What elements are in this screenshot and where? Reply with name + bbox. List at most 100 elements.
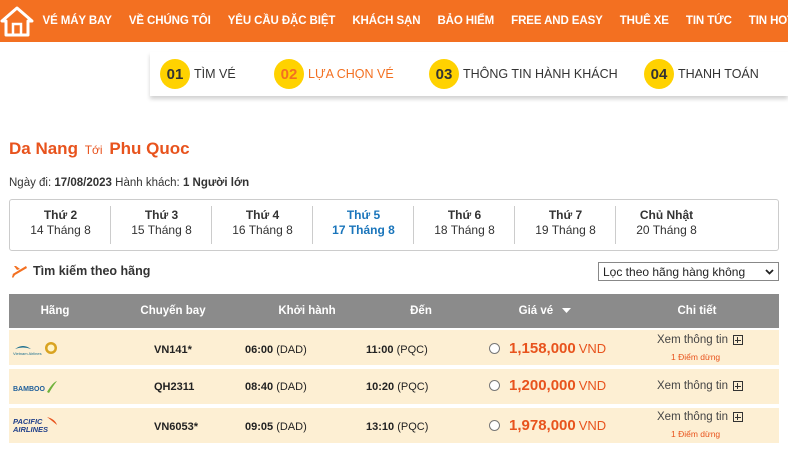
day-tab-sat[interactable]: Thứ 7 19 Tháng 8 bbox=[515, 200, 616, 250]
pax-value: 1 Người lớn bbox=[182, 177, 250, 189]
day-tab-mon[interactable]: Thứ 2 14 Tháng 8 bbox=[10, 200, 111, 250]
airline-search-label: Tìm kiếm theo hãng bbox=[33, 264, 151, 278]
view-detail-link[interactable]: Xem thông tin bbox=[657, 334, 743, 346]
step-label: THÔNG TIN HÀNH KHÁCH bbox=[463, 67, 618, 81]
price-value: 1,978,000 bbox=[509, 417, 576, 434]
pacific-airlines-logo: PACIFIC AIRLINES bbox=[13, 417, 57, 434]
detail-label: Xem thông tin bbox=[657, 380, 728, 392]
plane-icon bbox=[11, 266, 27, 278]
nav-tin-hot[interactable]: TIN HOT bbox=[740, 15, 788, 27]
view-detail-link[interactable]: Xem thông tin bbox=[657, 380, 743, 392]
step-1: 01 TÌM VÉ bbox=[160, 59, 236, 89]
nav-ve-may-bay[interactable]: VÉ MÁY BAY bbox=[34, 15, 120, 27]
depart-time: 09:05 (DAD) bbox=[245, 421, 307, 433]
stops-count: 1 Điểm dừng bbox=[671, 429, 721, 439]
header-airline: Hãng bbox=[40, 305, 70, 317]
nav-yeu-cau-dac-biet[interactable]: YÊU CẦU ĐẶC BIỆT bbox=[219, 15, 344, 27]
table-row: Vietnam Airlines VN141* 06:00 (DAD) 11:0… bbox=[9, 330, 779, 367]
fare-price: 1,200,000 VND bbox=[509, 377, 606, 394]
home-button[interactable] bbox=[0, 0, 34, 42]
airline-search: Tìm kiếm theo hãng bbox=[10, 263, 150, 279]
day-date: 18 Tháng 8 bbox=[434, 223, 495, 237]
header-price-label: Giá vé bbox=[518, 305, 554, 317]
svg-text:Vietnam Airlines: Vietnam Airlines bbox=[13, 351, 42, 356]
day-date: 15 Tháng 8 bbox=[131, 223, 192, 237]
arrive-time-value: 13:10 bbox=[366, 421, 395, 433]
price-currency: VND bbox=[578, 341, 607, 356]
svg-text:AIRLINES: AIRLINES bbox=[13, 425, 48, 434]
sort-down-icon bbox=[562, 308, 572, 313]
expand-plus-icon bbox=[732, 335, 743, 345]
step-number: 03 bbox=[429, 59, 459, 89]
booking-steps: 01 TÌM VÉ 02 LỰA CHỌN VÉ 03 THÔNG TIN HÀ… bbox=[150, 52, 788, 96]
fare-radio[interactable] bbox=[489, 343, 500, 354]
price-currency: VND bbox=[578, 418, 607, 433]
day-tab-fri[interactable]: Thứ 6 18 Tháng 8 bbox=[414, 200, 515, 250]
step-label: LỰA CHỌN VÉ bbox=[308, 67, 394, 81]
table-row: BAMBOO QH2311 08:40 (DAD) 10:20 (PQC) 1,… bbox=[9, 369, 779, 406]
day-name: Chủ Nhật bbox=[639, 208, 694, 222]
day-name: Thứ 4 bbox=[245, 208, 280, 222]
depart-time-value: 08:40 bbox=[245, 381, 274, 393]
view-detail-link[interactable]: Xem thông tin bbox=[657, 411, 743, 423]
price-value: 1,158,000 bbox=[509, 340, 576, 357]
depart-time: 08:40 (DAD) bbox=[245, 381, 307, 393]
vietnam-airlines-logo: Vietnam Airlines bbox=[13, 342, 57, 356]
nav-ve-chung-toi[interactable]: VỀ CHÚNG TÔI bbox=[120, 15, 219, 27]
price-value: 1,200,000 bbox=[509, 377, 576, 394]
day-date: 17 Tháng 8 bbox=[332, 223, 395, 237]
detail-label: Xem thông tin bbox=[657, 334, 728, 346]
nav-bao-hiem[interactable]: BẢO HIỂM bbox=[429, 15, 503, 27]
step-number: 04 bbox=[644, 59, 674, 89]
depart-time-value: 09:05 bbox=[245, 421, 274, 433]
header-flight: Chuyến bay bbox=[140, 305, 206, 317]
header-depart: Khởi hành bbox=[278, 305, 336, 317]
nav-thue-xe[interactable]: THUÊ XE bbox=[611, 15, 677, 27]
route-to: Phu Quoc bbox=[109, 139, 190, 158]
depart-code: (DAD) bbox=[276, 381, 307, 393]
airline-filter-select[interactable]: Lọc theo hãng hàng không bbox=[598, 262, 779, 281]
header-price[interactable]: Giá vé bbox=[509, 305, 581, 317]
day-date: 16 Tháng 8 bbox=[232, 223, 293, 237]
step-label: THANH TOÁN bbox=[678, 67, 759, 81]
arrive-code: (PQC) bbox=[397, 421, 429, 433]
flight-number: VN6053* bbox=[154, 421, 199, 433]
stops-count: 1 Điểm dừng bbox=[671, 352, 721, 362]
depart-code: (DAD) bbox=[276, 344, 307, 356]
nav-khach-san[interactable]: KHÁCH SẠN bbox=[344, 15, 429, 27]
arrive-time: 11:00 (PQC) bbox=[366, 344, 428, 356]
day-tab-thu-active[interactable]: Thứ 5 17 Tháng 8 bbox=[313, 200, 414, 250]
arrive-time: 13:10 (PQC) bbox=[366, 421, 428, 433]
fare-radio[interactable] bbox=[489, 420, 500, 431]
table-row: PACIFIC AIRLINES VN6053* 09:05 (DAD) 13:… bbox=[9, 408, 779, 445]
nav-free-and-easy[interactable]: FREE AND EASY bbox=[503, 15, 612, 27]
step-label: TÌM VÉ bbox=[194, 67, 236, 81]
table-header: Hãng Chuyến bay Khởi hành Đến Giá vé Chi… bbox=[9, 294, 779, 328]
nav-tin-tuc[interactable]: TIN TỨC bbox=[677, 15, 740, 27]
date-value: 17/08/2023 bbox=[54, 177, 112, 189]
fare-price: 1,978,000 VND bbox=[509, 417, 606, 434]
expand-plus-icon bbox=[732, 412, 743, 422]
depart-time-value: 06:00 bbox=[245, 344, 274, 356]
day-date: 20 Tháng 8 bbox=[636, 223, 697, 237]
day-date: 14 Tháng 8 bbox=[30, 223, 91, 237]
fare-radio[interactable] bbox=[489, 380, 500, 391]
arrive-code: (PQC) bbox=[397, 381, 429, 393]
day-tab-sun[interactable]: Chủ Nhật 20 Tháng 8 bbox=[616, 200, 717, 250]
top-nav: VÉ MÁY BAY VỀ CHÚNG TÔI YÊU CẦU ĐẶC BIỆT… bbox=[0, 0, 788, 42]
chevron-down-icon bbox=[765, 269, 774, 275]
header-arrive: Đến bbox=[410, 305, 432, 317]
pax-label: Hành khách: bbox=[115, 177, 180, 189]
route-title: Da Nang Tới Phu Quoc bbox=[9, 139, 190, 159]
day-name: Thứ 6 bbox=[447, 208, 482, 222]
day-date: 19 Tháng 8 bbox=[535, 223, 596, 237]
day-name: Thứ 5 bbox=[346, 208, 381, 222]
day-tab-wed[interactable]: Thứ 4 16 Tháng 8 bbox=[212, 200, 313, 250]
filter-selected: Lọc theo hãng hàng không bbox=[603, 264, 746, 279]
day-name: Thứ 2 bbox=[43, 208, 78, 222]
route-from: Da Nang bbox=[9, 139, 78, 158]
flight-number: VN141* bbox=[154, 344, 192, 356]
step-number: 02 bbox=[274, 59, 304, 89]
date-label: Ngày đi: bbox=[9, 177, 52, 189]
day-tab-tue[interactable]: Thứ 3 15 Tháng 8 bbox=[111, 200, 212, 250]
